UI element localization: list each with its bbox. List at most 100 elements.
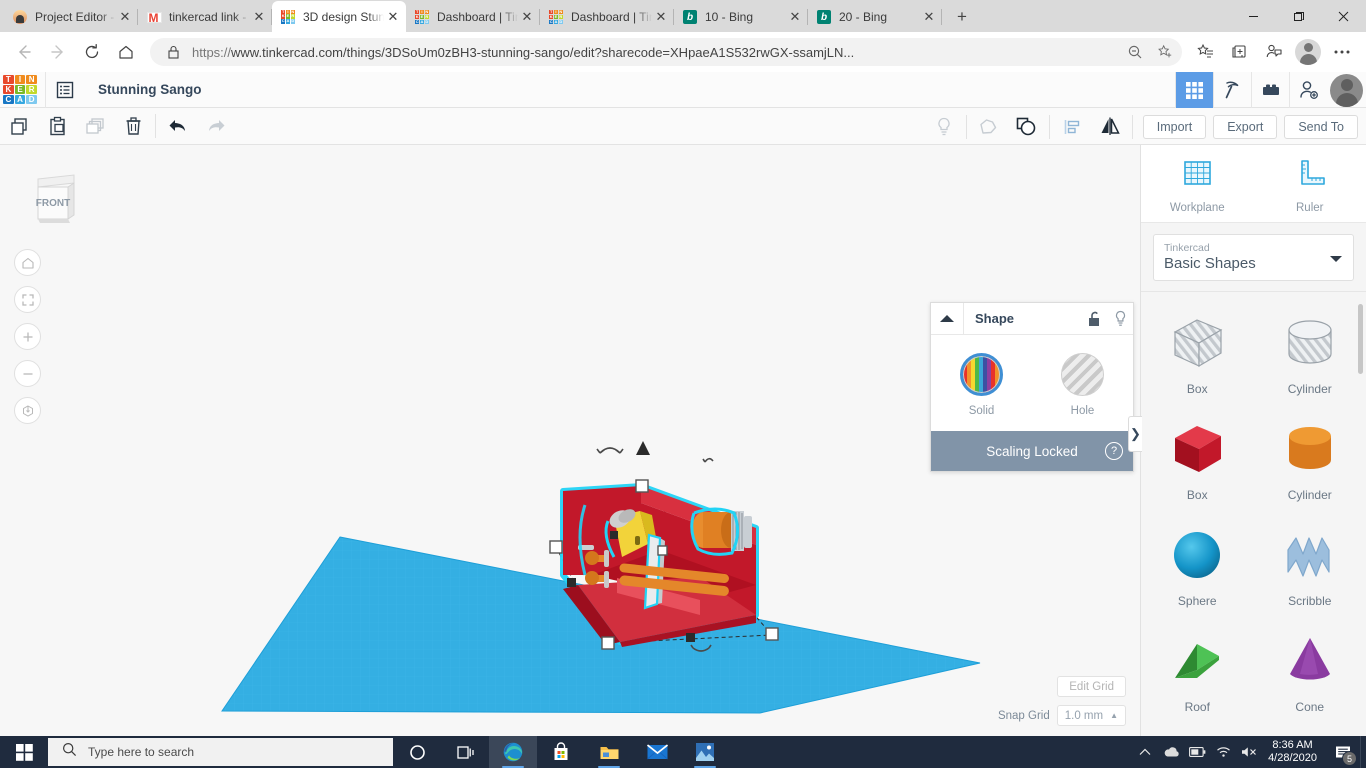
perspective-toggle-icon[interactable] — [14, 397, 41, 424]
3d-designs-icon[interactable] — [1175, 72, 1213, 108]
forward-icon[interactable] — [42, 36, 74, 68]
tab-close-icon[interactable]: ✕ — [250, 8, 268, 26]
browser-tab[interactable]: Project Editor - Ins ✕ — [4, 2, 138, 32]
browser-tab[interactable]: TIN KER CAD Dashboard | Tinke ✕ — [406, 2, 540, 32]
hole-mode-option[interactable]: Hole — [1047, 353, 1119, 417]
browser-tab[interactable]: tinkercad link - da ✕ — [138, 2, 272, 32]
file-explorer-icon[interactable] — [585, 736, 633, 768]
share-feedback-icon[interactable] — [1258, 36, 1290, 68]
scrollbar-thumb[interactable] — [1358, 304, 1363, 374]
favorites-icon[interactable] — [1190, 36, 1222, 68]
chevron-up-icon[interactable] — [931, 303, 964, 334]
maximize-button[interactable] — [1276, 0, 1321, 32]
chevron-right-icon[interactable]: ❯ — [1128, 416, 1142, 452]
mail-icon[interactable] — [633, 736, 681, 768]
snap-grid-select[interactable]: 1.0 mm ▲ — [1056, 705, 1126, 726]
onedrive-icon[interactable] — [1158, 736, 1184, 768]
add-person-icon[interactable] — [1289, 72, 1327, 108]
ungroup-icon[interactable] — [1008, 108, 1046, 145]
export-button[interactable]: Export — [1213, 114, 1278, 139]
minecraft-pickaxe-icon[interactable] — [1213, 72, 1251, 108]
tab-close-icon[interactable]: ✕ — [518, 8, 536, 26]
taskbar-search-input[interactable]: Type here to search — [48, 738, 393, 766]
workplane-tool[interactable]: Workplane — [1141, 157, 1254, 214]
show-desktop-button[interactable] — [1360, 736, 1366, 768]
back-icon[interactable] — [8, 36, 40, 68]
microsoft-store-icon[interactable] — [537, 736, 585, 768]
shape-list[interactable]: Box Cylinder Box Cylinder Sphere Scribbl… — [1141, 291, 1366, 736]
shape-item-roof[interactable]: Roof — [1141, 620, 1254, 720]
import-button[interactable]: Import — [1142, 114, 1207, 139]
refresh-icon[interactable] — [76, 36, 108, 68]
hole-swatch[interactable] — [1061, 353, 1104, 396]
group-icon[interactable] — [970, 108, 1008, 145]
send-to-button[interactable]: Send To — [1284, 114, 1358, 139]
address-bar[interactable]: https://www.tinkercad.com/things/3DSoUm0… — [150, 38, 1182, 66]
tab-close-icon[interactable]: ✕ — [116, 8, 134, 26]
shape-item-cone[interactable]: Cone — [1254, 620, 1366, 720]
tab-close-icon[interactable]: ✕ — [786, 8, 804, 26]
solid-mode-option[interactable]: Solid — [946, 353, 1018, 417]
star-icon[interactable] — [1154, 41, 1176, 63]
tinkercad-logo-icon[interactable]: TIN KER CAD — [3, 74, 37, 105]
zoom-out-icon[interactable] — [14, 360, 41, 387]
home-icon[interactable] — [110, 36, 142, 68]
profile-icon[interactable] — [1295, 39, 1321, 65]
shape-item-cylinder-hole[interactable]: Cylinder — [1254, 302, 1366, 402]
browser-tab[interactable]: b 10 - Bing ✕ — [674, 2, 808, 32]
home-view-icon[interactable] — [14, 249, 41, 276]
shape-item-box[interactable]: Box — [1141, 408, 1254, 508]
ruler-tool[interactable]: Ruler — [1254, 157, 1366, 214]
lightbulb-note-icon[interactable] — [925, 108, 963, 145]
tab-close-icon[interactable]: ✕ — [384, 8, 402, 26]
action-center-icon[interactable]: 5 — [1326, 736, 1360, 768]
view-cube[interactable]: FRONT — [24, 167, 86, 229]
zoom-out-icon[interactable] — [1124, 41, 1146, 63]
lightbulb-icon[interactable] — [1107, 303, 1133, 334]
address-bar-url[interactable]: https://www.tinkercad.com/things/3DSoUm0… — [192, 45, 1116, 60]
collections-icon[interactable] — [1224, 36, 1256, 68]
tab-close-icon[interactable]: ✕ — [652, 8, 670, 26]
document-title[interactable]: Stunning Sango — [84, 82, 202, 97]
chevron-down-icon[interactable] — [1330, 256, 1342, 262]
task-view-icon[interactable] — [441, 736, 489, 768]
photos-icon[interactable] — [681, 736, 729, 768]
paste-icon[interactable] — [38, 108, 76, 145]
solid-color-swatch[interactable] — [960, 353, 1003, 396]
minimize-button[interactable] — [1231, 0, 1276, 32]
cortana-icon[interactable] — [393, 736, 441, 768]
mirror-icon[interactable] — [1091, 108, 1129, 145]
close-button[interactable] — [1321, 0, 1366, 32]
windows-start-icon[interactable] — [0, 736, 48, 768]
tab-close-icon[interactable]: ✕ — [920, 8, 938, 26]
unlock-icon[interactable] — [1081, 303, 1107, 334]
blocks-icon[interactable] — [1251, 72, 1289, 108]
wifi-icon[interactable] — [1210, 736, 1236, 768]
shape-item-box-hole[interactable]: Box — [1141, 302, 1254, 402]
redo-icon[interactable] — [197, 108, 235, 145]
avatar[interactable] — [1330, 73, 1363, 107]
show-hidden-icons-icon[interactable] — [1132, 736, 1158, 768]
edge-icon[interactable] — [489, 736, 537, 768]
3d-canvas[interactable]: FRONT Edit Grid Snap Grid 1.0 mm ▲ Shape… — [0, 145, 1140, 736]
question-mark-icon[interactable]: ? — [1105, 442, 1123, 460]
align-icon[interactable] — [1053, 108, 1091, 145]
more-icon[interactable] — [1326, 36, 1358, 68]
delete-icon[interactable] — [114, 108, 152, 145]
browser-tab[interactable]: TIN KER CAD Dashboard | Tinke ✕ — [540, 2, 674, 32]
browser-tab[interactable]: b 20 - Bing ✕ — [808, 2, 942, 32]
new-tab-button[interactable]: + — [948, 3, 976, 31]
edit-grid-button[interactable]: Edit Grid — [1057, 676, 1126, 697]
copy-icon[interactable] — [0, 108, 38, 145]
shape-item-sphere[interactable]: Sphere — [1141, 514, 1254, 614]
volume-muted-icon[interactable] — [1236, 736, 1262, 768]
duplicate-icon[interactable] — [76, 108, 114, 145]
zoom-in-icon[interactable] — [14, 323, 41, 350]
fit-to-view-icon[interactable] — [14, 286, 41, 313]
browser-tab-active[interactable]: TIN KER CAD 3D design Stunnin ✕ — [272, 1, 406, 32]
list-menu-icon[interactable] — [46, 72, 84, 108]
shape-library-select[interactable]: Tinkercad Basic Shapes — [1153, 234, 1354, 281]
taskbar-clock[interactable]: 8:36 AM 4/28/2020 — [1262, 739, 1326, 765]
undo-icon[interactable] — [159, 108, 197, 145]
shape-item-scribble[interactable]: Scribble — [1254, 514, 1366, 614]
